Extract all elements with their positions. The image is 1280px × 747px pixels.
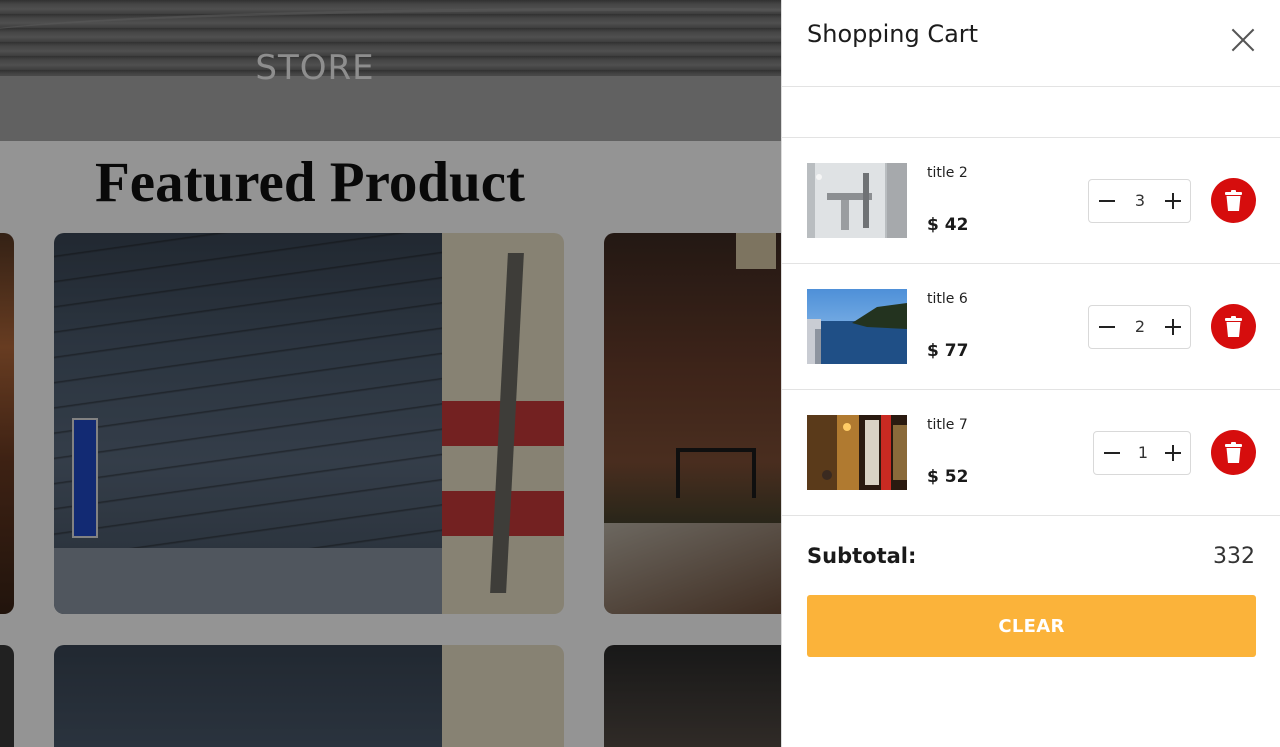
cart-item-title: title 2 [927, 165, 968, 181]
subtotal-value: 332 [1213, 544, 1255, 569]
cart-item-thumbnail [807, 163, 907, 238]
shopping-cart-panel: Shopping Cart title 2 $ 42 3 title 6 $ 7… [781, 0, 1280, 747]
modal-overlay[interactable] [0, 0, 781, 747]
delete-item-button[interactable] [1211, 304, 1256, 349]
quantity-value: 3 [1134, 191, 1146, 210]
subtotal-label: Subtotal: [807, 544, 917, 568]
delete-item-button[interactable] [1211, 178, 1256, 223]
minus-icon[interactable] [1096, 316, 1118, 338]
plus-icon[interactable] [1162, 190, 1184, 212]
delete-item-button[interactable] [1211, 430, 1256, 475]
cart-item-title: title 7 [927, 417, 968, 433]
quantity-value: 1 [1137, 443, 1149, 462]
cart-item-price: $ 52 [927, 467, 969, 487]
close-icon[interactable] [1230, 27, 1256, 53]
plus-icon[interactable] [1162, 442, 1184, 464]
cart-item: title 2 $ 42 3 [782, 138, 1280, 264]
plus-icon[interactable] [1162, 316, 1184, 338]
cart-item: title 6 $ 77 2 [782, 264, 1280, 390]
cart-item-thumbnail [807, 415, 907, 490]
minus-icon[interactable] [1096, 190, 1118, 212]
trash-icon [1225, 316, 1242, 337]
trash-icon [1225, 442, 1242, 463]
cart-item-price: $ 77 [927, 341, 969, 361]
clear-cart-button[interactable]: CLEAR [807, 595, 1256, 657]
quantity-stepper: 2 [1088, 305, 1191, 349]
quantity-value: 2 [1134, 317, 1146, 336]
minus-icon[interactable] [1101, 442, 1123, 464]
cart-header: Shopping Cart [782, 0, 1280, 87]
cart-item-price: $ 42 [927, 215, 969, 235]
cart-item: title 7 $ 52 1 [782, 390, 1280, 516]
cart-header-spacer [782, 87, 1280, 138]
cart-item-thumbnail [807, 289, 907, 364]
cart-item-title: title 6 [927, 291, 968, 307]
quantity-stepper: 3 [1088, 179, 1191, 223]
trash-icon [1225, 190, 1242, 211]
cart-title: Shopping Cart [807, 20, 979, 48]
quantity-stepper: 1 [1093, 431, 1191, 475]
